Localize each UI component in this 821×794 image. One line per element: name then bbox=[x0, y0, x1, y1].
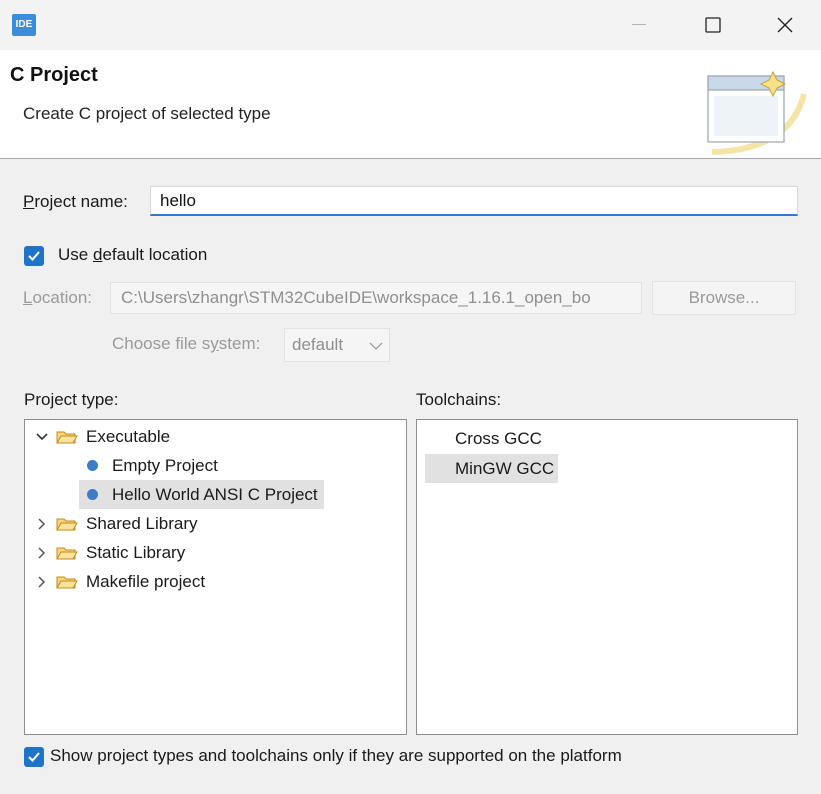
toolchains-list[interactable]: Cross GCC MinGW GCC bbox=[416, 419, 798, 735]
project-name-label: Project name: bbox=[23, 192, 128, 211]
use-default-location-label: Use default location bbox=[58, 245, 208, 264]
checkmark-icon bbox=[28, 752, 40, 762]
folder-icon bbox=[56, 545, 78, 561]
tree-item-makefile-project[interactable]: Makefile project bbox=[34, 567, 205, 596]
folder-icon bbox=[56, 516, 78, 532]
chevron-right-icon bbox=[38, 517, 46, 530]
show-supported-only-checkbox[interactable] bbox=[24, 747, 44, 767]
minimize-icon bbox=[632, 24, 646, 25]
tree-item-label: Shared Library bbox=[86, 513, 198, 533]
ide-app-icon: IDE bbox=[12, 14, 36, 36]
location-input[interactable]: C:\Users\zhangr\STM32CubeIDE\workspace_1… bbox=[110, 282, 642, 314]
tree-item-empty-project[interactable]: Empty Project bbox=[87, 451, 218, 480]
maximize-icon bbox=[705, 17, 721, 33]
page-title: C Project bbox=[10, 64, 98, 86]
chevron-down-icon bbox=[36, 432, 48, 440]
project-template-icon bbox=[87, 489, 98, 500]
file-system-value: default bbox=[292, 335, 344, 354]
browse-button[interactable]: Browse... bbox=[652, 281, 796, 315]
folder-open-icon bbox=[56, 429, 78, 445]
tree-item-shared-library[interactable]: Shared Library bbox=[34, 509, 198, 538]
expand-toggle[interactable] bbox=[34, 432, 50, 441]
chevron-right-icon bbox=[38, 575, 46, 588]
chevron-right-icon bbox=[38, 546, 46, 559]
minimize-button[interactable] bbox=[612, 0, 666, 50]
toolchains-label: Toolchains: bbox=[416, 390, 502, 409]
toolchain-item-mingw-gcc[interactable]: MinGW GCC bbox=[425, 454, 559, 483]
use-default-location-checkbox[interactable] bbox=[24, 246, 44, 266]
new-project-wizard-icon bbox=[707, 70, 807, 155]
checkmark-icon bbox=[28, 251, 40, 261]
folder-icon bbox=[56, 574, 78, 590]
maximize-button[interactable] bbox=[686, 0, 740, 50]
tree-item-label: Static Library bbox=[86, 542, 186, 562]
tree-item-static-library[interactable]: Static Library bbox=[34, 538, 185, 567]
tree-item-label: Hello World ANSI C Project bbox=[112, 484, 318, 504]
toolchain-label: MinGW GCC bbox=[455, 458, 555, 478]
project-type-label: Project type: bbox=[24, 390, 119, 409]
file-system-select[interactable]: default bbox=[284, 328, 390, 362]
expand-toggle[interactable] bbox=[34, 546, 50, 559]
location-label: Location: bbox=[23, 288, 93, 307]
project-template-icon bbox=[87, 460, 98, 471]
close-icon bbox=[777, 17, 793, 33]
page-description: Create C project of selected type bbox=[23, 104, 271, 123]
close-button[interactable] bbox=[758, 0, 812, 50]
tree-item-executable[interactable]: Executable bbox=[34, 422, 170, 451]
expand-toggle[interactable] bbox=[34, 517, 50, 530]
tree-item-label: Executable bbox=[86, 426, 171, 446]
file-system-label: Choose file system: bbox=[112, 334, 261, 353]
tree-item-label: Empty Project bbox=[112, 455, 218, 475]
toolchain-item-cross-gcc[interactable]: Cross GCC bbox=[425, 424, 564, 453]
project-type-tree[interactable]: Executable Empty Project Hello World ANS… bbox=[24, 419, 407, 735]
expand-toggle[interactable] bbox=[34, 575, 50, 588]
toolchain-label: Cross GCC bbox=[455, 428, 542, 448]
chevron-down-icon bbox=[369, 342, 383, 350]
tree-item-hello-world-ansi-c[interactable]: Hello World ANSI C Project bbox=[79, 480, 324, 509]
project-name-input[interactable] bbox=[150, 186, 798, 216]
show-supported-only-label: Show project types and toolchains only i… bbox=[50, 746, 622, 765]
tree-item-label: Makefile project bbox=[86, 571, 206, 591]
